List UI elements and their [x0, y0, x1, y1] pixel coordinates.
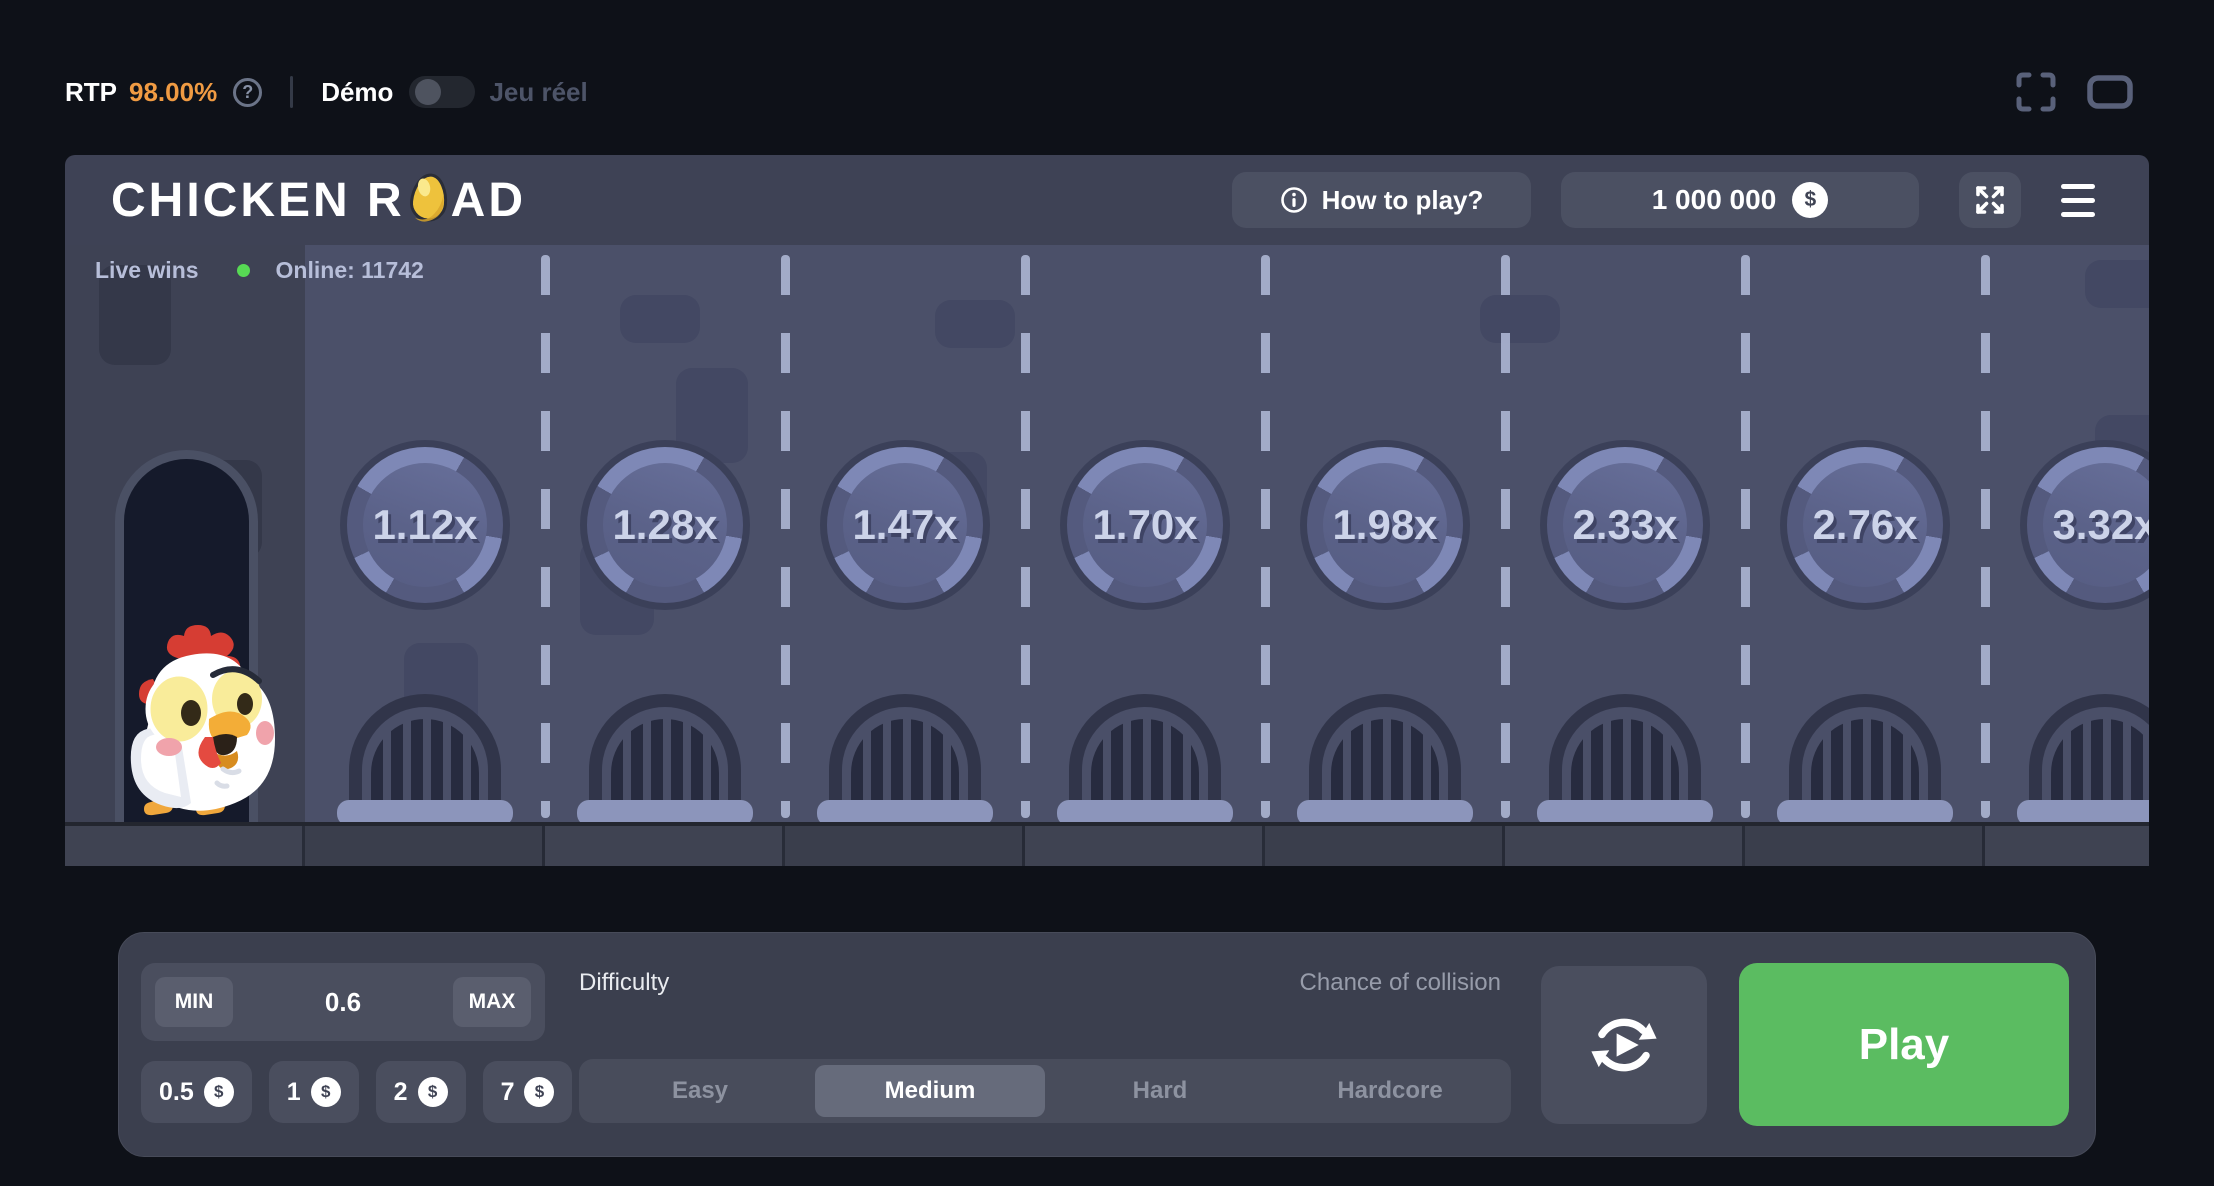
toggle-knob [415, 79, 441, 105]
demo-mode-label: Démo [321, 77, 393, 108]
golden-egg-icon [409, 172, 449, 224]
multiplier-plate: 1.98x [1300, 440, 1470, 610]
game-frame: CHICKEN R AD How to [65, 155, 2149, 866]
chance-of-collision-label: Chance of collision [1300, 969, 1511, 997]
multiplier-plate: 1.47x [820, 440, 990, 610]
lane-6: 2.33x [1505, 245, 1745, 822]
multiplier-value: 1.47x [820, 440, 990, 610]
lane-2: 1.28x [545, 245, 785, 822]
window-controls [2015, 62, 2133, 122]
real-mode-label: Jeu réel [489, 77, 587, 108]
menu-bar [2061, 212, 2095, 217]
tab-hardcore[interactable]: Hardcore [1275, 1065, 1505, 1117]
multiplier-value: 1.12x [340, 440, 510, 610]
sewer-grate [1537, 690, 1713, 822]
lane-1: 1.12x [305, 245, 545, 822]
multiplier-plate: 1.70x [1060, 440, 1230, 610]
multiplier-value: 1.98x [1300, 440, 1470, 610]
balance-display[interactable]: 1 000 000 $ [1561, 172, 1919, 228]
multiplier-value: 2.76x [1780, 440, 1950, 610]
autoplay-button[interactable] [1541, 966, 1707, 1124]
multiplier-plate: 3.32x [2020, 440, 2149, 610]
lane-8: 3.32x [1985, 245, 2149, 822]
multiplier-value: 3.32x [2020, 440, 2149, 610]
balance-value: 1 000 000 [1652, 184, 1777, 216]
sewer-grate [577, 690, 753, 822]
quick-bet-chips: 0.5 $ 1 $ 2 $ 7 $ [141, 1061, 572, 1123]
expand-arrows-icon [1973, 183, 2007, 217]
online-dot-icon [237, 264, 250, 277]
tab-medium[interactable]: Medium [815, 1065, 1045, 1117]
divider [290, 76, 293, 108]
logo-text-suffix: AD [451, 173, 526, 228]
lane-3: 1.47x [785, 245, 1025, 822]
theater-mode-icon[interactable] [2087, 75, 2133, 109]
online-count: Online: 11742 [276, 257, 424, 284]
top-bar: RTP 98.00% ? Démo Jeu réel [65, 62, 588, 122]
tab-easy[interactable]: Easy [585, 1065, 815, 1117]
dollar-coin-icon: $ [204, 1077, 234, 1107]
multiplier-value: 1.28x [580, 440, 750, 610]
dollar-coin-icon: $ [418, 1077, 448, 1107]
menu-button[interactable] [2061, 184, 2095, 217]
rtp-help-icon[interactable]: ? [233, 78, 262, 107]
autoplay-icon [1584, 1005, 1664, 1085]
multiplier-value: 1.70x [1060, 440, 1230, 610]
rtp-value: 98.00% [129, 77, 217, 108]
lane-5: 1.98x [1265, 245, 1505, 822]
quick-bet-1-button[interactable]: 1 $ [269, 1061, 359, 1123]
menu-bar [2061, 184, 2095, 189]
rtp-label: RTP [65, 77, 117, 108]
multiplier-plate: 1.28x [580, 440, 750, 610]
multiplier-value: 2.33x [1540, 440, 1710, 610]
how-to-play-button[interactable]: How to play? [1232, 172, 1531, 228]
fullscreen-icon[interactable] [2015, 71, 2057, 113]
lane-7: 2.76x [1745, 245, 1985, 822]
multiplier-plate: 2.76x [1780, 440, 1950, 610]
live-wins-label[interactable]: Live wins [95, 257, 199, 284]
game-header: CHICKEN R AD How to [65, 155, 2149, 245]
header-actions: How to play? 1 000 000 $ [1232, 172, 2095, 228]
info-icon [1280, 186, 1308, 214]
expand-game-button[interactable] [1959, 172, 2021, 228]
chicken-road-game-page: RTP 98.00% ? Démo Jeu réel CHICKEN R [0, 0, 2214, 1186]
min-bet-button[interactable]: MIN [155, 977, 233, 1027]
play-button[interactable]: Play [1739, 963, 2069, 1126]
sewer-grate [817, 690, 993, 822]
multiplier-plate: 1.12x [340, 440, 510, 610]
tab-hard[interactable]: Hard [1045, 1065, 1275, 1117]
max-bet-button[interactable]: MAX [453, 977, 531, 1027]
sewer-grate [2017, 690, 2149, 822]
dollar-coin-icon: $ [311, 1077, 341, 1107]
demo-real-toggle[interactable] [409, 76, 475, 108]
dollar-coin-icon: $ [1792, 182, 1828, 218]
quick-bet-2-button[interactable]: 2 $ [376, 1061, 466, 1123]
curb [65, 822, 2149, 866]
dollar-coin-icon: $ [524, 1077, 554, 1107]
lane-4: 1.70x [1025, 245, 1265, 822]
chicken-character [117, 625, 277, 820]
sewer-grate [1057, 690, 1233, 822]
road: 1.12x 1.28x 1. [65, 245, 2149, 822]
menu-bar [2061, 198, 2095, 203]
difficulty-header-row: Difficulty Chance of collision [579, 969, 1511, 997]
how-to-play-label: How to play? [1322, 185, 1484, 216]
game-logo: CHICKEN R AD [111, 172, 526, 228]
difficulty-tabs: Easy Medium Hard Hardcore [579, 1059, 1511, 1123]
sewer-grate [1777, 690, 1953, 822]
quick-bet-0.5-button[interactable]: 0.5 $ [141, 1061, 252, 1123]
control-panel: MIN 0.6 MAX 0.5 $ 1 $ 2 $ 7 $ Difficulty [118, 932, 2096, 1157]
logo-text-prefix: CHICKEN R [111, 173, 405, 228]
sewer-grate [337, 690, 513, 822]
bet-amount-value[interactable]: 0.6 [233, 987, 453, 1018]
live-bar: Live wins Online: 11742 [95, 257, 424, 284]
bet-amount-box: MIN 0.6 MAX [141, 963, 545, 1041]
difficulty-label: Difficulty [579, 969, 669, 997]
multiplier-plate: 2.33x [1540, 440, 1710, 610]
quick-bet-7-button[interactable]: 7 $ [483, 1061, 573, 1123]
sewer-grate [1297, 690, 1473, 822]
